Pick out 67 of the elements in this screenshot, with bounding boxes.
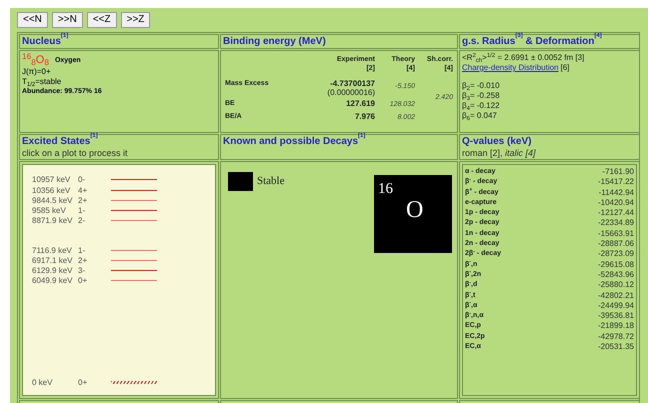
deformation-value: β$_{2}$= -0.010 — [462, 81, 501, 91]
q-value: -39536.81 — [598, 311, 634, 322]
spin-parity: J(π)=0+ — [22, 67, 52, 77]
q-value: -25880.12 — [598, 280, 634, 291]
legend-label: Stable — [257, 174, 284, 190]
experiment-value: -4.73700137 — [330, 79, 375, 88]
nav-button[interactable]: >>N — [52, 12, 83, 28]
element-symbol: O — [406, 197, 424, 223]
q-value: -28887.06 — [598, 239, 634, 250]
experiment-value: 127.619 — [346, 99, 375, 108]
q-value: -42802.21 — [598, 290, 634, 301]
deformation-value: β$_{4}$= -0.122 — [462, 101, 501, 111]
q-value: -52843.96 — [598, 270, 634, 280]
level-spin: 1- — [78, 206, 86, 216]
deformation-value: β$_{3}$= -0.258 — [462, 91, 501, 101]
q-value: -15417.22 — [598, 177, 634, 188]
level-scheme[interactable]: 10957 keV 0- 10356 keV 4+ 9844.5 keV 2+ 9585 keV 1- 8871.9 keV 2- 7116.9 keV 1- 6917.1 keV 2+ 6129.9 keV 3- 6049.9 keV 0+ 0 keV 0+ — [22, 164, 216, 396]
section-title: Q-values (keV) — [462, 135, 532, 148]
reference: [6] — [560, 63, 570, 73]
charge-density-link[interactable]: Charge-density Distribution — [462, 63, 558, 73]
section-title: g.s. Radius$^{[3]}$ & Deformation$^{[4]}$ — [462, 35, 603, 48]
legend-text: roman [2], italic [4] — [462, 148, 537, 159]
level-energy: 8871.9 keV — [32, 216, 72, 226]
level-energy: 0 keV — [32, 378, 52, 387]
q-value: -24499.94 — [598, 300, 634, 312]
level-spin: 2- — [78, 216, 86, 226]
q-value: -20531.35 — [598, 342, 634, 352]
level-spin: 4+ — [78, 186, 88, 196]
q-value: -21899.18 — [598, 321, 634, 332]
level-energy: 9585 keV — [32, 206, 66, 216]
q-value: -42978.72 — [598, 332, 634, 342]
nav-button[interactable]: <<Z — [86, 12, 117, 28]
level-energy: 6917.1 keV — [32, 256, 72, 266]
level-spin: 3- — [78, 266, 86, 276]
q-value: -29615.08 — [598, 260, 634, 270]
hint-text: click on a plot to process it — [22, 148, 129, 159]
nav-button[interactable]: >>Z — [120, 12, 150, 28]
level-spin: 1- — [78, 246, 86, 256]
mass-number: 16 — [378, 181, 393, 197]
uncertainty: (0.00000016) — [327, 88, 375, 97]
level-spin: 0- — [78, 175, 86, 184]
level-spin: 0+ — [78, 378, 88, 387]
q-value: -7161.90 — [602, 167, 634, 178]
level-spin: 2+ — [78, 256, 88, 266]
section-title: Known and possible Decays$^{[1]}$ — [223, 135, 366, 148]
q-value: -12127.44 — [598, 208, 634, 218]
q-value: -10420.94 — [598, 198, 634, 208]
q-value: -22334.89 — [598, 218, 634, 229]
level-energy: 10356 keV — [32, 186, 70, 196]
level-energy: 6049.9 keV — [32, 276, 72, 286]
nav-button[interactable]: <<N — [17, 12, 48, 28]
section-title: Binding energy (MeV) — [223, 35, 327, 48]
charge-radius: <R$^{2}$$_{ch}$>$^{1/2}$ = 2.6991 ± 0.0052 fm [3] — [462, 53, 586, 63]
section-title: Excited States$^{[1]}$ — [22, 135, 99, 148]
q-value: -11442.94 — [598, 188, 634, 198]
level-energy: 10957 keV — [32, 175, 70, 184]
q-value: -15663.91 — [598, 228, 634, 240]
deformation-value: β$_{6}$= 0.047 — [462, 111, 498, 121]
level-spin: 2+ — [78, 196, 88, 206]
level-energy: 7116.9 keV — [32, 246, 72, 256]
experiment-value: 7.976 — [354, 112, 375, 121]
level-spin: 0+ — [78, 276, 88, 286]
half-life: T$_{1/2}$=stable — [22, 77, 62, 87]
q-value: -28723.09 — [598, 249, 634, 260]
level-energy: 9844.5 keV — [32, 196, 72, 206]
level-energy: 6129.9 keV — [32, 266, 72, 276]
section-title: Nucleus$^{[1]}$ — [22, 35, 70, 48]
